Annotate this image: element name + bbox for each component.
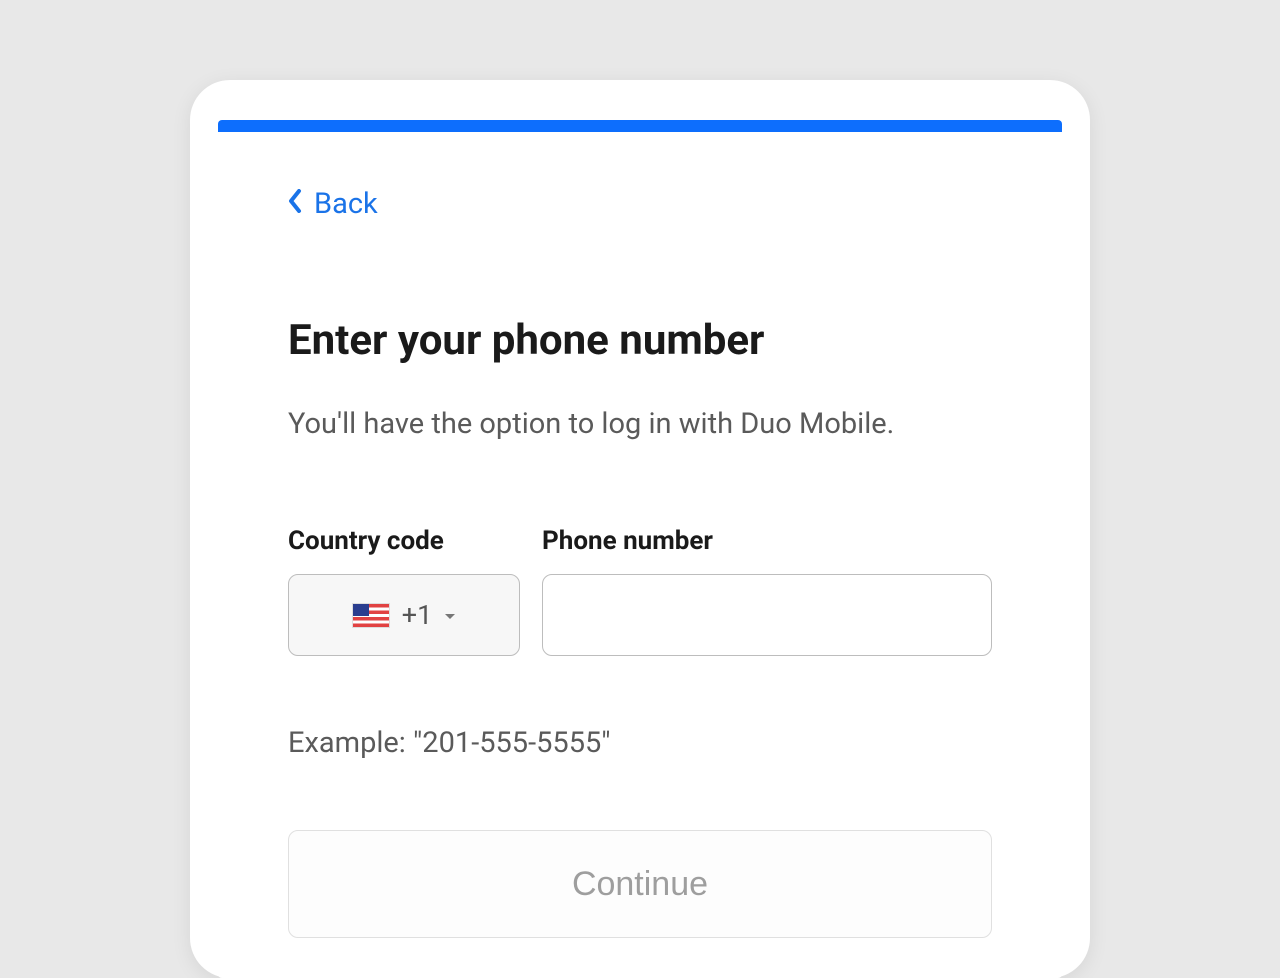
phone-number-label: Phone number bbox=[542, 526, 992, 556]
phone-number-input[interactable] bbox=[542, 574, 992, 656]
country-code-label: Country code bbox=[288, 526, 520, 556]
accent-bar bbox=[218, 120, 1062, 132]
back-button[interactable]: Back bbox=[288, 187, 378, 221]
phone-number-group: Phone number bbox=[542, 526, 992, 656]
back-label: Back bbox=[314, 187, 378, 221]
auth-card: Back Enter your phone number You'll have… bbox=[218, 120, 1062, 978]
phone-field-row: Country code +1 bbox=[288, 526, 992, 656]
dial-code: +1 bbox=[402, 599, 433, 631]
chevron-left-icon bbox=[288, 187, 302, 221]
page-title: Enter your phone number bbox=[288, 316, 992, 365]
country-code-group: Country code +1 bbox=[288, 526, 520, 656]
page-subtitle: You'll have the option to log in with Du… bbox=[288, 407, 992, 441]
country-code-select[interactable]: +1 bbox=[288, 574, 520, 656]
example-hint: Example: "201-555-5555" bbox=[288, 726, 992, 760]
device-frame: Back Enter your phone number You'll have… bbox=[190, 80, 1090, 978]
us-flag-icon bbox=[352, 603, 390, 628]
caret-down-icon bbox=[444, 606, 456, 625]
card-content: Back Enter your phone number You'll have… bbox=[218, 132, 1062, 978]
continue-button[interactable]: Continue bbox=[288, 830, 992, 938]
